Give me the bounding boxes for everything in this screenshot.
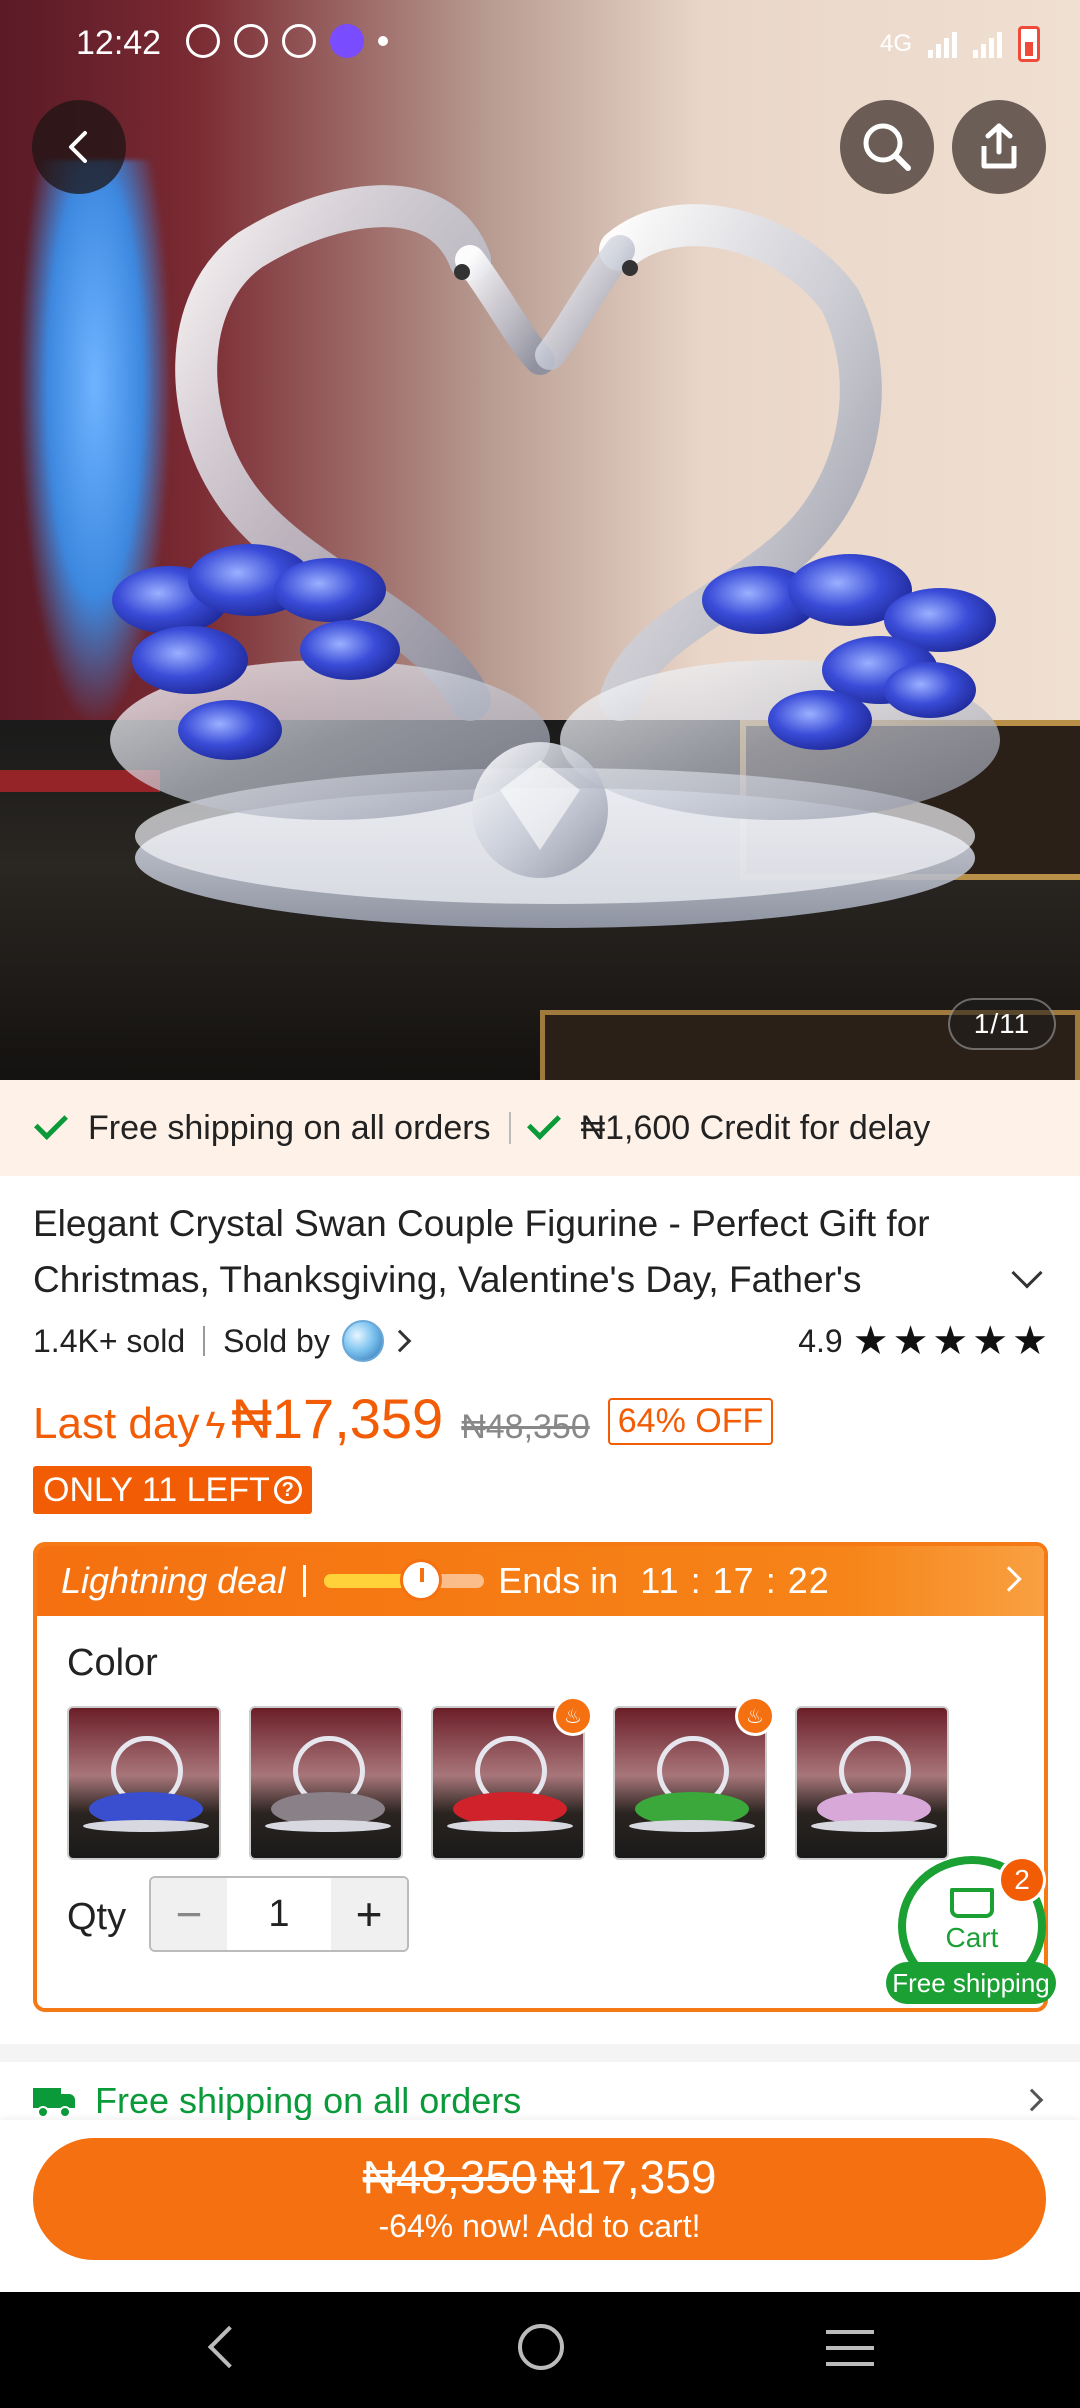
truck-wheel [37,2106,49,2118]
color-option-grey[interactable] [249,1706,403,1860]
chrome-icon [282,24,316,58]
star-icon: ★ [892,1319,929,1363]
truck-box [33,2088,61,2108]
price-row: Last day ϟ ₦17,359 ₦48,350 64% OFF [33,1386,774,1456]
hot-icon: ♨ [735,1696,775,1736]
more-notifications-icon [378,36,388,46]
swatch-base [811,1820,937,1832]
sold-count: 1.4K+ sold [33,1322,186,1359]
check-icon [34,1106,68,1140]
chevron-right-icon[interactable] [996,1566,1022,1592]
notification-icons [186,24,388,58]
star-icon: ★ [932,1319,969,1363]
add-to-cart-new-price: ₦17,359 [542,2151,717,2203]
status-time: 12:42 [76,24,162,62]
app-icon [330,24,364,58]
share-button[interactable] [952,100,1046,194]
whatsapp-icon [186,24,220,58]
share-icon [981,123,1017,169]
lightning-icon: ϟ [205,1405,226,1447]
decrease-qty-button[interactable]: − [151,1878,227,1950]
chevron-left-icon [69,131,87,163]
swatch-base [629,1820,755,1832]
color-swatches: ♨ ♨ [67,1696,949,1860]
back-button[interactable] [32,100,126,194]
add-to-cart-prices: ₦48,350 ₦17,359 [33,2150,1046,2204]
nav-back-icon[interactable] [207,2325,251,2369]
nav-recents-icon[interactable] [826,2330,874,2366]
increase-qty-button[interactable]: + [331,1878,407,1950]
divider [303,1565,307,1597]
sold-by-label[interactable]: Sold by [223,1323,330,1360]
truck-icon [33,2086,77,2118]
original-price: ₦48,350 [461,1408,590,1446]
add-to-cart-button[interactable]: ₦48,350 ₦17,359 -64% now! Add to cart! [33,2138,1046,2260]
whatsapp-business-icon [234,24,268,58]
cart-free-shipping-tag: Free shipping [886,1962,1056,2004]
divider [508,1112,511,1144]
delay-credit-text: ₦1,600 Credit for delay [580,1108,931,1147]
star-icon: ★ [972,1319,1009,1363]
cart-icon [950,1888,994,1918]
cart-count-badge: 2 [998,1856,1046,1904]
help-icon[interactable]: ? [273,1476,302,1504]
product-meta: 1.4K+ sold Sold by 4.9 ★ ★ ★ ★ ★ [33,1318,1048,1364]
last-day-label: Last day [33,1399,200,1448]
battery-icon [1018,26,1040,62]
color-option-blue[interactable] [67,1706,221,1860]
title-fade [860,1252,1040,1308]
status-right: 4G [880,26,1040,62]
deal-progress-bar [324,1559,485,1601]
sale-price: ₦17,359 [231,1387,444,1450]
countdown-timer: 11 : 17 : 22 [640,1560,830,1601]
cart-label: Cart [945,1922,999,1953]
check-icon [526,1106,561,1140]
lightning-deal-card: Lightning deal Ends in 11 : 17 : 22 Colo… [33,1542,1048,2012]
nav-home-icon[interactable] [518,2324,564,2370]
add-to-cart-subtitle: -64% now! Add to cart! [378,2208,701,2244]
system-nav-bar [0,2292,1080,2408]
rating-value: 4.9 [798,1322,843,1359]
chevron-right-icon [1020,2088,1044,2112]
discount-badge: 64% OFF [607,1398,774,1445]
quantity-stepper: − 1 + [149,1876,409,1952]
color-option-pink[interactable] [795,1706,949,1860]
signal-icon [928,30,957,58]
cart-button[interactable]: Cart 2 Free shipping [886,1856,1056,2004]
section-divider [0,2044,1080,2062]
swatch-base [447,1820,573,1832]
hot-icon: ♨ [553,1696,593,1736]
stock-text: ONLY 11 LEFT [43,1470,270,1509]
lightning-deal-header[interactable]: Lightning deal Ends in 11 : 17 : 22 [37,1546,1044,1616]
color-option-green[interactable]: ♨ [613,1696,775,1860]
color-option-red[interactable]: ♨ [431,1696,593,1860]
color-label: Color [67,1642,158,1684]
swatch-base [83,1820,209,1832]
shipping-banner: Free shipping on all orders ₦1,600 Credi… [0,1080,1080,1176]
divider [203,1326,206,1356]
seller-avatar[interactable] [341,1320,384,1362]
stock-badge[interactable]: ONLY 11 LEFT ? [33,1466,312,1514]
qty-label: Qty [67,1896,127,1938]
network-type: 4G [879,30,912,57]
chevron-right-icon[interactable] [388,1329,412,1353]
ends-in-label: Ends in [498,1560,619,1601]
qty-value[interactable]: 1 [227,1878,331,1950]
swatch-base [265,1820,391,1832]
signal-icon [973,30,1002,58]
add-to-cart-old-price: ₦48,350 [362,2151,537,2203]
rating[interactable]: 4.9 ★ ★ ★ ★ ★ [798,1321,1048,1361]
free-shipping-row-text: Free shipping on all orders [95,2080,522,2121]
search-icon [863,123,911,171]
star-icon: ★ [1012,1319,1048,1363]
lightning-deal-label: Lightning deal [61,1560,286,1601]
truck-wheel [59,2106,71,2118]
free-shipping-text: Free shipping on all orders [88,1108,491,1147]
bottom-action-bar: ₦48,350 ₦17,359 -64% now! Add to cart! [0,2120,1080,2292]
search-button[interactable] [840,100,934,194]
star-icon: ★ [852,1319,889,1363]
clock-icon [400,1559,443,1601]
status-bar: 12:42 4G [0,0,1080,90]
image-counter: 1/11 [948,998,1056,1050]
